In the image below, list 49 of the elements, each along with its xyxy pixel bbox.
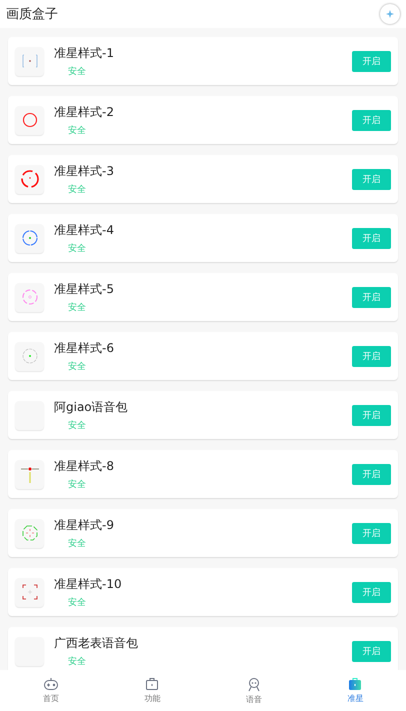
safe-tag: 安全 bbox=[68, 64, 86, 78]
safe-tag: 安全 bbox=[68, 418, 86, 432]
sparkle-icon bbox=[386, 10, 394, 18]
safe-tag: 安全 bbox=[68, 654, 86, 668]
enable-button[interactable]: 开启 bbox=[352, 464, 391, 484]
enable-button[interactable]: 开启 bbox=[352, 286, 391, 308]
safe-tag: 安全 bbox=[68, 124, 86, 136]
item-name: 准星样式-3 bbox=[54, 162, 114, 180]
item-name: 准星样式-9 bbox=[54, 516, 114, 534]
nav-tab[interactable]: 准星 bbox=[304, 670, 406, 711]
item-name: 广西老表语音包 bbox=[54, 634, 138, 652]
item-name: 准星样式-6 bbox=[54, 340, 114, 356]
enable-button[interactable]: 开启 bbox=[352, 110, 391, 130]
briefcase-icon bbox=[348, 677, 362, 691]
floating-orb-button[interactable] bbox=[380, 4, 400, 24]
app-title: 画质盒子 bbox=[6, 6, 58, 23]
enable-button[interactable]: 开启 bbox=[352, 168, 391, 190]
enable-button[interactable]: 开启 bbox=[352, 346, 391, 366]
octagon-reticle-icon bbox=[20, 523, 40, 543]
safe-tag: 安全 bbox=[68, 596, 86, 608]
enable-button[interactable]: 开启 bbox=[352, 228, 391, 248]
enable-button[interactable]: 开启 bbox=[352, 640, 391, 662]
enable-button[interactable]: 开启 bbox=[352, 404, 391, 426]
safe-tag: 安全 bbox=[68, 242, 86, 254]
item-name: 准星样式-10 bbox=[54, 576, 122, 592]
dashed-circle-reticle-icon bbox=[20, 346, 40, 366]
safe-tag: 安全 bbox=[68, 182, 86, 196]
nav-tab[interactable]: 语音 bbox=[203, 670, 304, 711]
enable-button[interactable]: 开启 bbox=[352, 522, 391, 544]
item-name: 准星样式-5 bbox=[54, 280, 114, 298]
person-icon bbox=[246, 676, 261, 692]
item-name: 阿giao语音包 bbox=[54, 398, 128, 416]
dashed-circle-reticle-icon bbox=[20, 287, 40, 307]
nav-tab[interactable]: 功能 bbox=[102, 670, 203, 711]
nav-tab[interactable]: 首页 bbox=[0, 670, 102, 711]
safe-tag: 安全 bbox=[68, 360, 86, 372]
item-name: 准星样式-1 bbox=[54, 44, 114, 62]
circle-reticle-icon bbox=[20, 228, 40, 248]
item-name: 准星样式-8 bbox=[54, 458, 114, 474]
corner-reticle-icon bbox=[20, 582, 40, 602]
safe-tag: 安全 bbox=[68, 300, 86, 314]
enable-button[interactable]: 开启 bbox=[352, 582, 391, 602]
item-name: 准星样式-4 bbox=[54, 222, 114, 238]
enable-button[interactable]: 开启 bbox=[352, 50, 391, 72]
briefcase-icon bbox=[145, 677, 160, 691]
safe-tag: 安全 bbox=[68, 478, 86, 490]
item-name: 准星样式-2 bbox=[54, 104, 114, 120]
broken-circle-reticle-icon bbox=[20, 169, 40, 189]
safe-tag: 安全 bbox=[68, 536, 86, 550]
